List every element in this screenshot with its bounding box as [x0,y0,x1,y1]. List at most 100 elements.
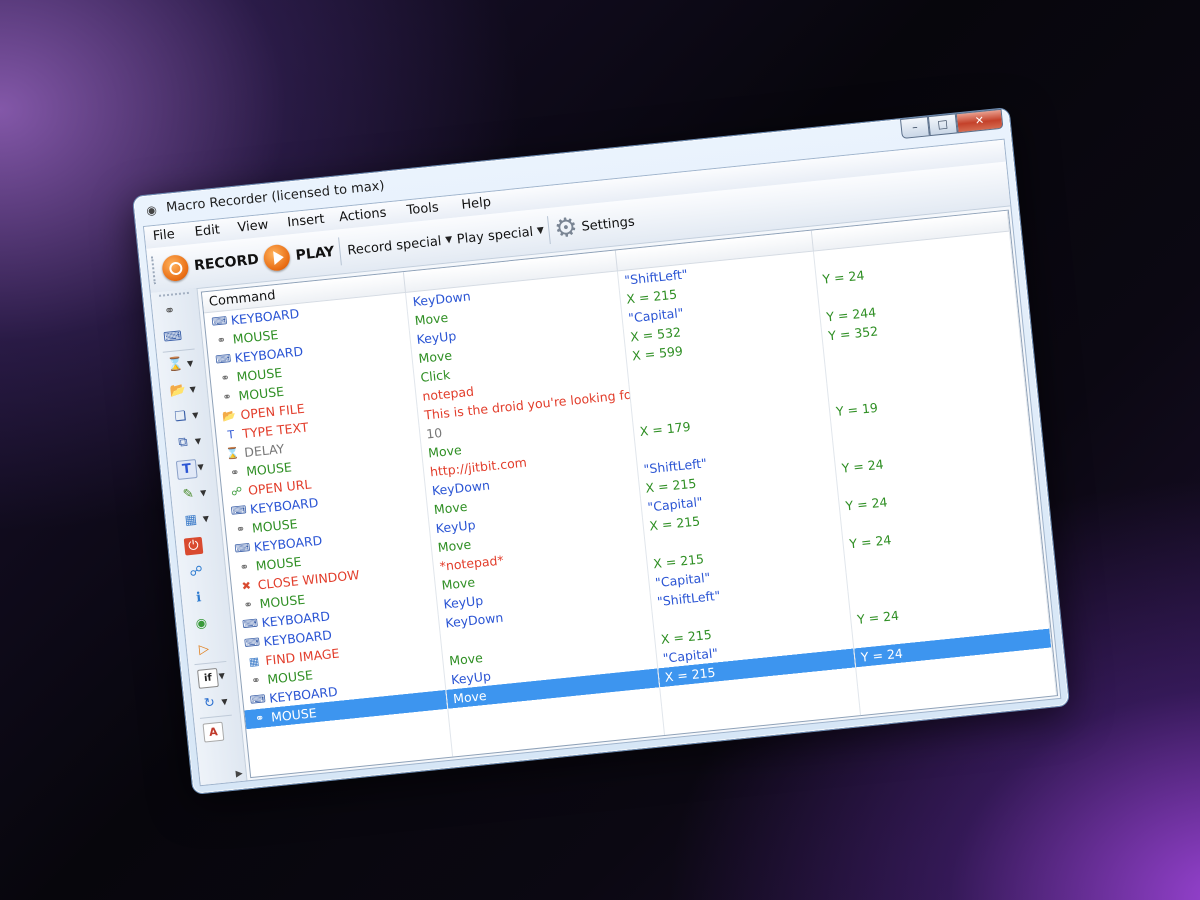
maximize-button[interactable]: □ [927,113,958,137]
record-button[interactable]: RECORD [161,246,260,284]
hourglass-icon: ⌛ [225,446,241,461]
param3-value: Y = 24 [844,494,889,514]
settings-label: Settings [580,213,636,235]
menu-edit[interactable]: Edit [194,222,221,239]
caption-buttons: – □ ✕ [899,108,1004,139]
param1-value: Move [433,498,469,518]
globe-icon[interactable]: ◉ [192,614,212,633]
desktop-background: ◉ Macro Recorder (licensed to max) – □ ✕… [0,0,1200,900]
chevron-down-icon[interactable]: ▼ [189,385,196,395]
sidebar-separator [194,660,227,666]
chevron-down-icon[interactable]: ▼ [187,359,194,369]
app-icon: ◉ [145,202,158,218]
chevron-down-icon[interactable]: ▼ [195,436,202,446]
open-file-icon: 📂 [221,408,237,424]
param1-value: KeyUp [415,328,457,348]
settings-button[interactable]: ⚙ Settings [552,207,636,245]
copy-icon[interactable]: ⧉ [173,433,193,452]
mouse-icon: ⚭ [254,711,266,726]
open-url-icon[interactable]: ☍ [186,563,206,582]
open-file-icon[interactable]: 📂 [168,382,188,401]
param3-value: Y = 24 [840,456,885,476]
chevron-down-icon[interactable]: ▼ [221,697,228,707]
window-icon[interactable]: ❏ [171,407,191,426]
param1-value: Move [413,309,449,329]
command-rows: ⌨ KEYBOARD KeyDown "ShiftLeft" ⚭ MOUSE Move X =… [204,231,1058,779]
toolbar-separator [338,237,342,266]
keyboard-icon: ⌨ [210,314,229,329]
toolbar-separator [547,216,551,245]
macro-recorder-window: ◉ Macro Recorder (licensed to max) – □ ✕… [131,106,1071,796]
keyboard-icon: ⌨ [233,540,252,556]
play-button[interactable]: PLAY [262,238,335,273]
mouse-icon[interactable]: ⚭ [160,302,180,321]
keyboard-icon: ⌨ [243,635,261,651]
client-area: File Edit View Insert Actions Tools Help… [142,138,1062,787]
if-icon[interactable]: if [197,667,219,689]
param1-value: 10 [425,425,443,442]
record-special-label: Record special [346,233,443,259]
mouse-icon: ⚭ [229,465,241,480]
param1-value: Move [452,687,488,707]
param3-value: Y = 19 [835,399,879,420]
play-icon [262,243,292,273]
macro-command-list[interactable]: Command ⌨ KEYBOARD KeyDown "ShiftLeft" ⚭ MOUS… [200,209,1059,779]
param3-value: Y = 24 [821,267,866,287]
text-icon[interactable]: A [202,721,225,743]
param3-value: Y = 24 [848,532,892,552]
type-text-icon[interactable]: T [175,458,198,480]
type-text-icon: T [226,428,235,442]
menu-file[interactable]: File [152,227,175,244]
mouse-icon: ⚭ [216,333,227,348]
param1-value: Move [448,650,484,669]
command-table: Command ⌨ KEYBOARD KeyDown "ShiftLeft" ⚭ MOUS… [201,210,1058,779]
param1-value: Move [427,442,463,461]
param1-value: Move [437,536,472,555]
param1-value: KeyUp [442,592,484,612]
record-label: RECORD [193,251,260,275]
loop-icon[interactable]: ↻ [200,694,220,713]
param1-value: Move [440,574,476,593]
info-icon[interactable]: ℹ [189,589,209,608]
mouse-icon: ⚭ [243,598,254,612]
play-special-dropdown[interactable]: Play special ▼ [455,217,545,254]
hourglass-icon[interactable]: ⌛ [165,356,185,375]
keyboard-icon: ⌨ [214,351,232,367]
param3-value: Y = 24 [856,607,900,627]
expand-arrow-icon[interactable]: ▶ [235,769,243,780]
image-icon[interactable]: ▦ [181,511,201,530]
mouse-icon: ⚭ [221,390,233,404]
chevron-down-icon[interactable]: ▼ [192,411,199,421]
chevron-down-icon[interactable]: ▼ [218,671,225,681]
close-button[interactable]: ✕ [955,108,1004,134]
open-url-icon: ☍ [230,484,243,499]
chevron-down-icon[interactable]: ▼ [197,462,204,472]
power-icon[interactable]: ⏻ [183,536,204,556]
gear-icon: ⚙ [552,212,580,245]
menu-insert[interactable]: Insert [287,212,326,231]
sidebar-grip[interactable] [158,291,190,297]
mouse-icon: ⚭ [250,673,262,688]
close-window-icon: ✖ [241,579,252,593]
menu-help[interactable]: Help [461,195,492,213]
chevron-down-icon[interactable]: ▼ [200,488,207,498]
param3-value: Y = 24 [860,645,904,665]
menu-tools[interactable]: Tools [406,200,439,218]
sidebar-separator [199,714,232,719]
mouse-icon: ⚭ [219,371,231,386]
play-special-label: Play special [456,224,534,247]
minimize-button[interactable]: – [899,116,930,139]
record-special-dropdown[interactable]: Record special ▼ [346,226,454,265]
keyboard-icon: ⌨ [249,692,267,707]
pencil-icon[interactable]: ✎ [178,485,198,504]
keyboard-icon[interactable]: ⌨ [162,328,183,347]
sidebar-separator [162,348,195,353]
menu-view[interactable]: View [237,218,269,236]
command-name: DELAY [243,441,285,461]
param1-value: KeyUp [450,668,492,688]
chevron-down-icon[interactable]: ▼ [202,514,209,524]
param1-value: KeyUp [435,517,477,537]
menu-actions[interactable]: Actions [338,206,387,226]
play-icon[interactable]: ▷ [194,640,214,659]
toolbar-grip[interactable] [151,255,159,285]
